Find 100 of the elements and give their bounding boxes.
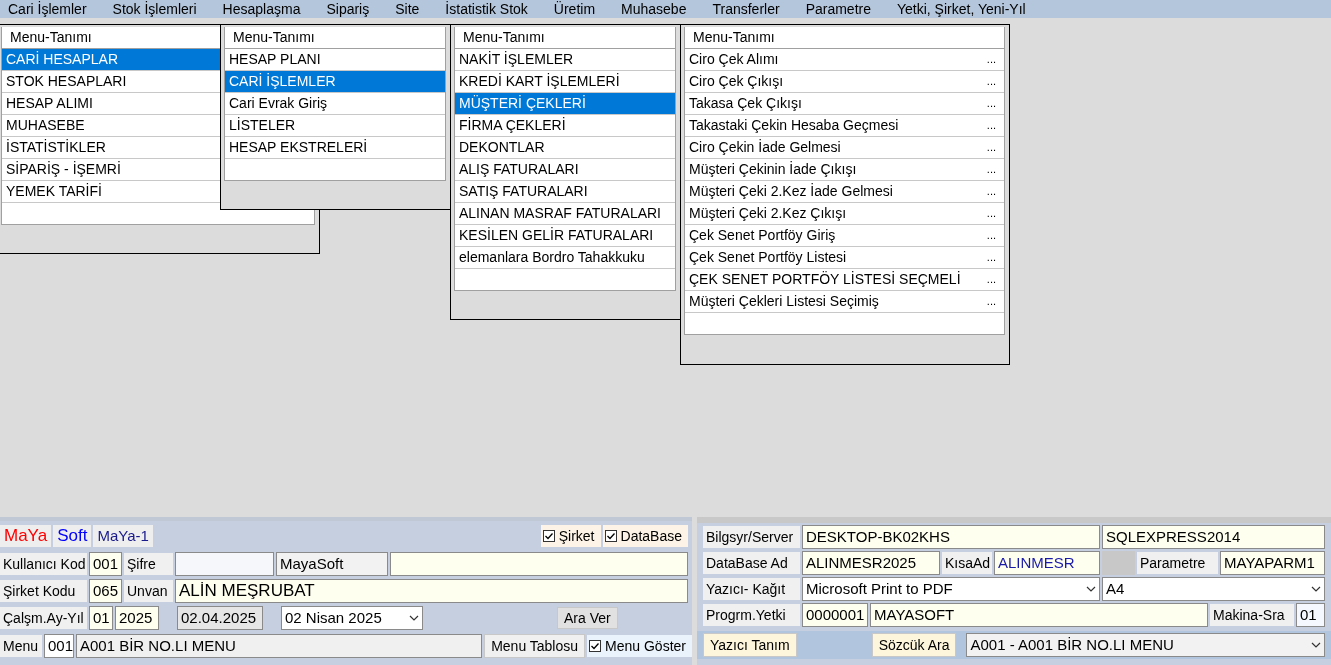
menu-table-button[interactable]: Menu Tablosu [484,634,586,658]
input-field[interactable]: 001 [89,552,122,576]
menu-list-item[interactable]: LİSTELER [225,115,445,137]
option-checkbox[interactable]: Menu Göster [587,635,692,657]
ellipsis-button[interactable]: ... [986,159,1000,180]
menu-item-label: Müşteri Çekinin İade Çıkışı [689,160,857,179]
period-select[interactable]: 02 Nisan 2025 [281,606,423,630]
input-field[interactable]: 065 [89,579,122,603]
ellipsis-button[interactable]: ... [986,71,1000,92]
menu-item-label: Ciro Çekin İade Gelmesi [689,138,841,157]
menu-bar-item[interactable]: Üretim [553,1,596,17]
option-checkbox[interactable]: DataBase [602,525,688,547]
pause-button[interactable]: Ara Ver [557,607,618,629]
field-label: Menu [0,635,42,657]
input-field[interactable]: 2025 [115,606,159,630]
ellipsis-button[interactable]: ... [986,49,1000,70]
select-value: A4 [1106,579,1125,599]
input-field[interactable]: MAYASOFT [870,603,1208,627]
checkbox-label: Menu Göster [605,638,686,654]
menu-item-label: elemanlara Bordro Tahakkuku [459,248,645,267]
select-value: 02 Nisan 2025 [285,608,382,628]
menu-item-label: MÜŞTERİ ÇEKLERİ [459,94,586,113]
checkbox-label: Şirket [558,528,595,544]
input-field[interactable]: ALINMESR [994,551,1100,575]
password-field[interactable] [175,552,274,576]
menu-bar-item[interactable]: Cari İşlemler [8,1,87,17]
menu-list-item[interactable]: MÜŞTERİ ÇEKLERİ [455,93,675,115]
ellipsis-button[interactable]: ... [986,247,1000,268]
menu-item-label: MUHASEBE [6,116,85,135]
checkbox[interactable] [542,530,555,542]
field-label: Parametre [1137,552,1218,574]
ellipsis-button[interactable]: ... [986,93,1000,114]
ellipsis-button[interactable]: ... [986,115,1000,136]
menu-list-item[interactable]: KREDİ KART İŞLEMLERİ [455,71,675,93]
menu-list-item[interactable]: KESİLEN GELİR FATURALARI [455,225,675,247]
menu-list-item[interactable]: FİRMA ÇEKLERİ [455,115,675,137]
menu-list-item[interactable]: Müşteri Çeki 2.Kez İade Gelmesi ... [685,181,1004,203]
menu-bar-item[interactable]: Stok İşlemleri [112,1,197,17]
field-label: KısaAd [942,552,992,574]
menu-item-label: Müşteri Çeki 2.Kez Çıkışı [689,204,847,223]
input-field[interactable]: SQLEXPRESS2014 [1102,525,1325,549]
field-label: Çalşm.Ay-Yıl [0,607,87,629]
menu-item-label: Takastaki Çekin Hesaba Geçmesi [689,116,899,135]
menu-bar-item[interactable]: Parametre [805,1,871,17]
ellipsis-button[interactable]: ... [986,181,1000,202]
printer-select[interactable]: Microsoft Print to PDF [802,577,1100,601]
field-label: Makina-Sra [1210,604,1294,626]
ellipsis-button[interactable]: ... [986,203,1000,224]
menu-bar-item[interactable]: Muhasebe [621,1,687,17]
ellipsis-button[interactable]: ... [986,269,1000,290]
ellipsis-button[interactable]: ... [986,137,1000,158]
input-field[interactable] [390,552,688,576]
ellipsis-button[interactable]: ... [986,225,1000,246]
menu-list-item[interactable]: Müşteri Çekinin İade Çıkışı ... [685,159,1004,181]
printer-setup-button[interactable]: Yazıcı Tanım [703,633,797,657]
menu-item-label: LİSTELER [229,116,296,135]
brand-text: Soft [53,525,92,547]
menu-item-label: Ciro Çek Alımı [689,50,779,69]
menu-item-label: SİPARİŞ - İŞEMRİ [6,160,121,179]
menu-item-label: DEKONTLAR [459,138,545,157]
select-value: A001 - A001 BİR NO.LI MENU [970,635,1174,655]
menu-item-label: ALINAN MASRAF FATURALARI [459,204,661,223]
checkbox[interactable] [604,530,617,542]
option-checkbox[interactable]: Şirket [540,525,601,547]
date-field[interactable]: 02.04.2025 [177,606,263,630]
select-value: Microsoft Print to PDF [806,579,953,599]
chevron-down-icon [1086,586,1096,592]
input-field[interactable]: A001 BİR NO.LI MENU [76,634,483,658]
input-field[interactable]: 01 [1296,603,1325,627]
menu-item-label: Müşteri Çeki 2.Kez İade Gelmesi [689,182,893,201]
menu-list-item[interactable]: ÇEK SENET PORTFÖY LİSTESİ SEÇMELİ ... [685,269,1004,291]
input-field[interactable]: 01 [89,606,113,630]
menu-bar-item[interactable]: Hesaplaşma [222,1,301,17]
menu-select[interactable]: A001 - A001 BİR NO.LI MENU [966,633,1325,657]
input-field[interactable]: 001 [44,634,74,658]
input-field[interactable]: ALİN MEŞRUBAT [175,579,688,603]
menu-bar-item[interactable]: Transferler [712,1,780,17]
word-search-button[interactable]: Sözcük Ara [871,633,957,657]
menu-list-item[interactable]: CARİ İŞLEMLER [225,71,445,93]
paper-select[interactable]: A4 [1102,577,1325,601]
input-field[interactable]: MAYAPARM1 [1220,551,1325,575]
menu-item-label: YEMEK TARİFİ [6,182,102,201]
input-field[interactable]: MayaSoft [276,552,388,576]
menu-item-label: CARİ HESAPLAR [6,50,119,69]
chevron-down-icon [1311,586,1321,592]
menu-list-item[interactable]: NAKİT İŞLEMLER [455,49,675,71]
menu-bar-item[interactable]: İstatistik Stok [445,1,528,17]
chevron-down-icon [409,615,419,621]
input-field[interactable]: DESKTOP-BK02KHS [802,525,1100,549]
field-label: Progrm.Yetki [703,604,800,626]
checkbox[interactable] [589,640,602,652]
input-field[interactable]: ALINMESR2025 [802,551,940,575]
input-field[interactable]: 0000001 [802,603,868,627]
menu-list-item[interactable]: Ciro Çekin İade Gelmesi ... [685,137,1004,159]
menu-bar-item[interactable]: Yetki, Şirket, Yeni-Yıl [897,1,1026,17]
menu-list-item[interactable]: HESAP EKSTRELERİ [225,137,445,159]
menu-bar-item[interactable]: Sipariş [326,1,370,17]
menu-bar-item[interactable]: Site [395,1,420,17]
ellipsis-button[interactable]: ... [986,291,1000,312]
menu-item-label: KREDİ KART İŞLEMLERİ [459,72,620,91]
